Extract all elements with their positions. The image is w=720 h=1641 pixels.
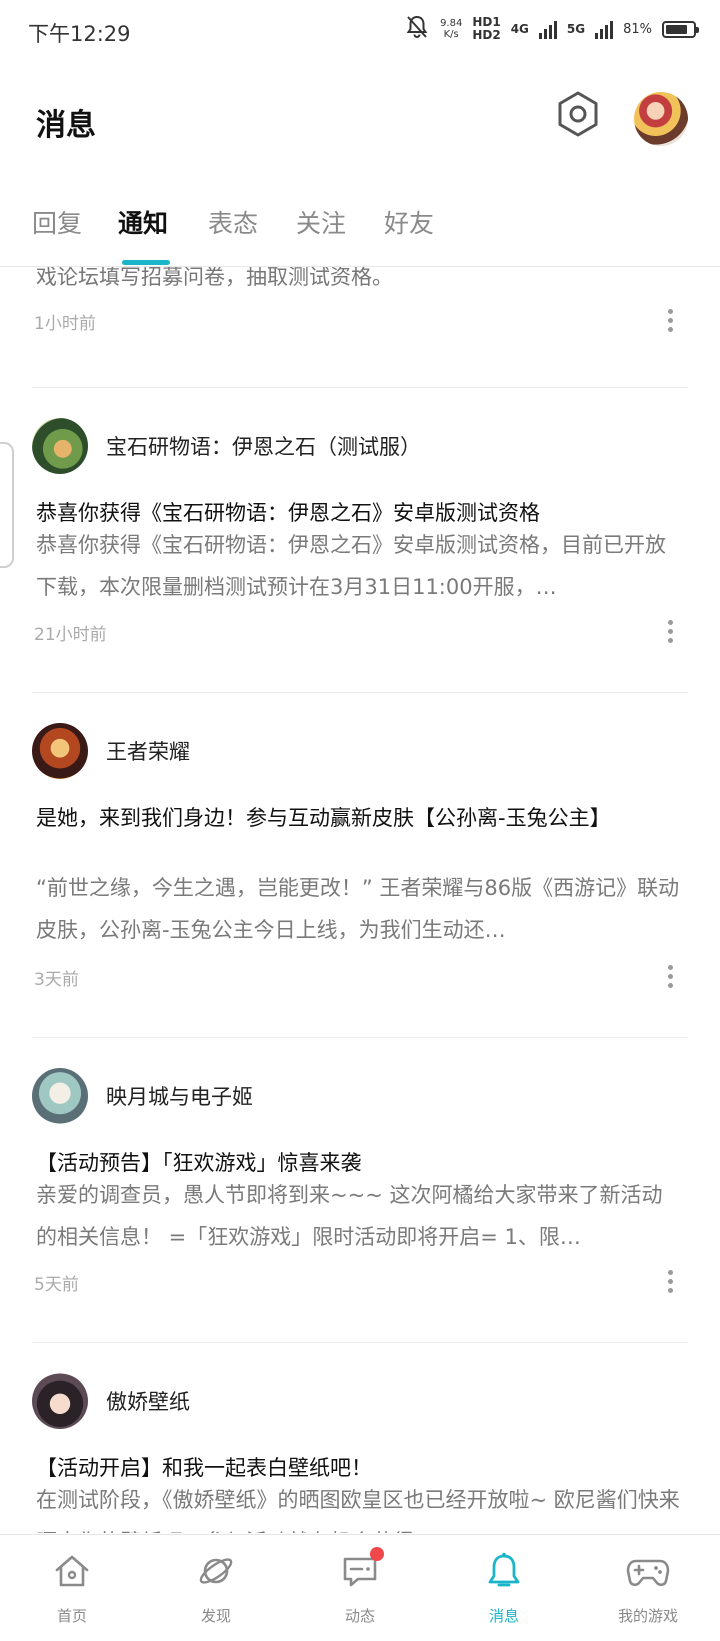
more-options-icon[interactable] [658,616,682,646]
net-4g: 4G [510,21,529,36]
nav-label: 首页 [56,1607,87,1625]
network-speed: 9.84 K/s [440,18,462,40]
more-options-icon[interactable] [658,961,682,991]
tab-reply[interactable]: 回复 [32,204,82,240]
tab-friends[interactable]: 好友 [384,204,434,240]
sender-row[interactable]: 映月城与电子姬 [32,1068,253,1124]
tab-active-indicator [122,260,170,265]
notification-time: 21小时前 [34,625,107,645]
sender-row[interactable]: 傲娇壁纸 [32,1373,190,1429]
nav-label: 我的游戏 [617,1607,678,1625]
list-item[interactable]: 王者荣耀 是她，来到我们身边！参与互动赢新皮肤【公孙离-玉兔公主】 “前世之缘，… [32,693,688,1038]
nav-label: 发现 [200,1607,231,1625]
notification-body: 戏论坛填写招募问卷，抽取测试资格。 [36,267,393,289]
hd-indicator: HD1 HD2 [472,16,500,42]
nav-label: 动态 [344,1607,375,1625]
edge-handle[interactable] [0,442,14,568]
sender-row[interactable]: 王者荣耀 [32,723,190,779]
hexagon-gear-icon [558,91,598,137]
more-options-icon[interactable] [658,1266,682,1296]
net-5g: 5G [566,21,586,36]
bell-icon [482,1549,526,1593]
sender-name: 宝石研物语：伊恩之石（测试服） [106,435,421,459]
settings-button[interactable] [552,88,604,140]
battery-icon [662,20,699,38]
tab-notify[interactable]: 通知 [118,204,168,240]
battery-fill [666,24,688,34]
avatar[interactable] [634,92,688,146]
nav-discover[interactable]: 发现 [156,1549,276,1626]
list-item[interactable]: 傲娇壁纸 【活动开启】和我一起表白壁纸吧！ 在测试阶段，《傲娇壁纸》的晒图欧皇区… [32,1343,688,1533]
header: 消息 [0,66,720,176]
tab-bar: 回复 通知 表态 关注 好友 [0,196,720,267]
notification-body: 亲爱的调查员，愚人节即将到来~~~ 这次阿橘给大家带来了新活动的相关信息！ =「… [36,1183,663,1249]
sender-avatar[interactable] [32,723,88,779]
status-icons: 9.84 K/s HD1 HD2 4G 5G 81% [404,14,699,44]
sender-avatar[interactable] [32,1068,88,1124]
sender-name: 映月城与电子姬 [106,1085,253,1109]
sender-name: 王者荣耀 [106,740,190,764]
signal-icon [538,19,557,39]
notification-time: 3天前 [34,970,79,990]
nav-label: 消息 [488,1607,519,1625]
notification-body: “前世之缘，今生之遇，岂能更改！” 王者荣耀与86版《西游记》联动皮肤，公孙离-… [36,876,680,942]
gamepad-icon [626,1549,670,1593]
nav-home[interactable]: 首页 [12,1549,132,1626]
nav-messages[interactable]: 消息 [444,1549,564,1626]
list-item[interactable]: 宝石研物语：伊恩之石（测试服） 恭喜你获得《宝石研物语：伊恩之石》安卓版测试资格… [32,388,688,693]
more-options-icon[interactable] [658,305,682,335]
signal-icon [595,19,614,39]
list-item[interactable]: 戏论坛填写招募问卷，抽取测试资格。 1小时前 [32,267,688,388]
planet-icon [194,1549,238,1593]
home-icon [50,1549,94,1593]
battery-percent: 81% [623,21,652,37]
notification-time: 1小时前 [34,314,96,334]
tab-reaction[interactable]: 表态 [208,204,258,240]
page-title: 消息 [36,108,96,143]
sender-row[interactable]: 宝石研物语：伊恩之石（测试服） [32,418,421,474]
notification-title: 是她，来到我们身边！参与互动赢新皮肤【公孙离-玉兔公主】 [36,806,611,830]
mute-bell-icon [404,14,430,44]
status-bar: 下午12:29 9.84 K/s HD1 HD2 4G 5G 81% [0,0,720,66]
notification-body: 恭喜你获得《宝石研物语：伊恩之石》安卓版测试资格，目前已开放下载，本次限量删档测… [36,533,666,599]
speed-unit: K/s [443,29,459,40]
bottom-nav: 首页 发现 动态 消息 我的游戏 [0,1534,720,1641]
status-time: 下午12:29 [28,22,131,46]
list-item[interactable]: 映月城与电子姬 【活动预告】「狂欢游戏」惊喜来袭 亲爱的调查员，愚人节即将到来~… [32,1038,688,1343]
sender-avatar[interactable] [32,418,88,474]
notification-body: 在测试阶段，《傲娇壁纸》的晒图欧皇区也已经开放啦~ 欧尼酱们快来晒出你的壁纸吧，… [36,1488,680,1533]
chat-bubble-icon [338,1547,384,1593]
hd2-label: HD2 [472,28,501,42]
notification-time: 5天前 [34,1275,79,1295]
notification-badge [370,1547,384,1561]
speed-value: 9.84 [440,18,463,29]
notification-list[interactable]: 戏论坛填写招募问卷，抽取测试资格。 1小时前 宝石研物语：伊恩之石（测试服） 恭… [0,267,720,1533]
nav-feed[interactable]: 动态 [300,1547,420,1626]
sender-name: 傲娇壁纸 [106,1390,190,1414]
tab-follow[interactable]: 关注 [296,204,346,240]
sender-avatar[interactable] [32,1373,88,1429]
nav-my-games[interactable]: 我的游戏 [588,1549,708,1626]
